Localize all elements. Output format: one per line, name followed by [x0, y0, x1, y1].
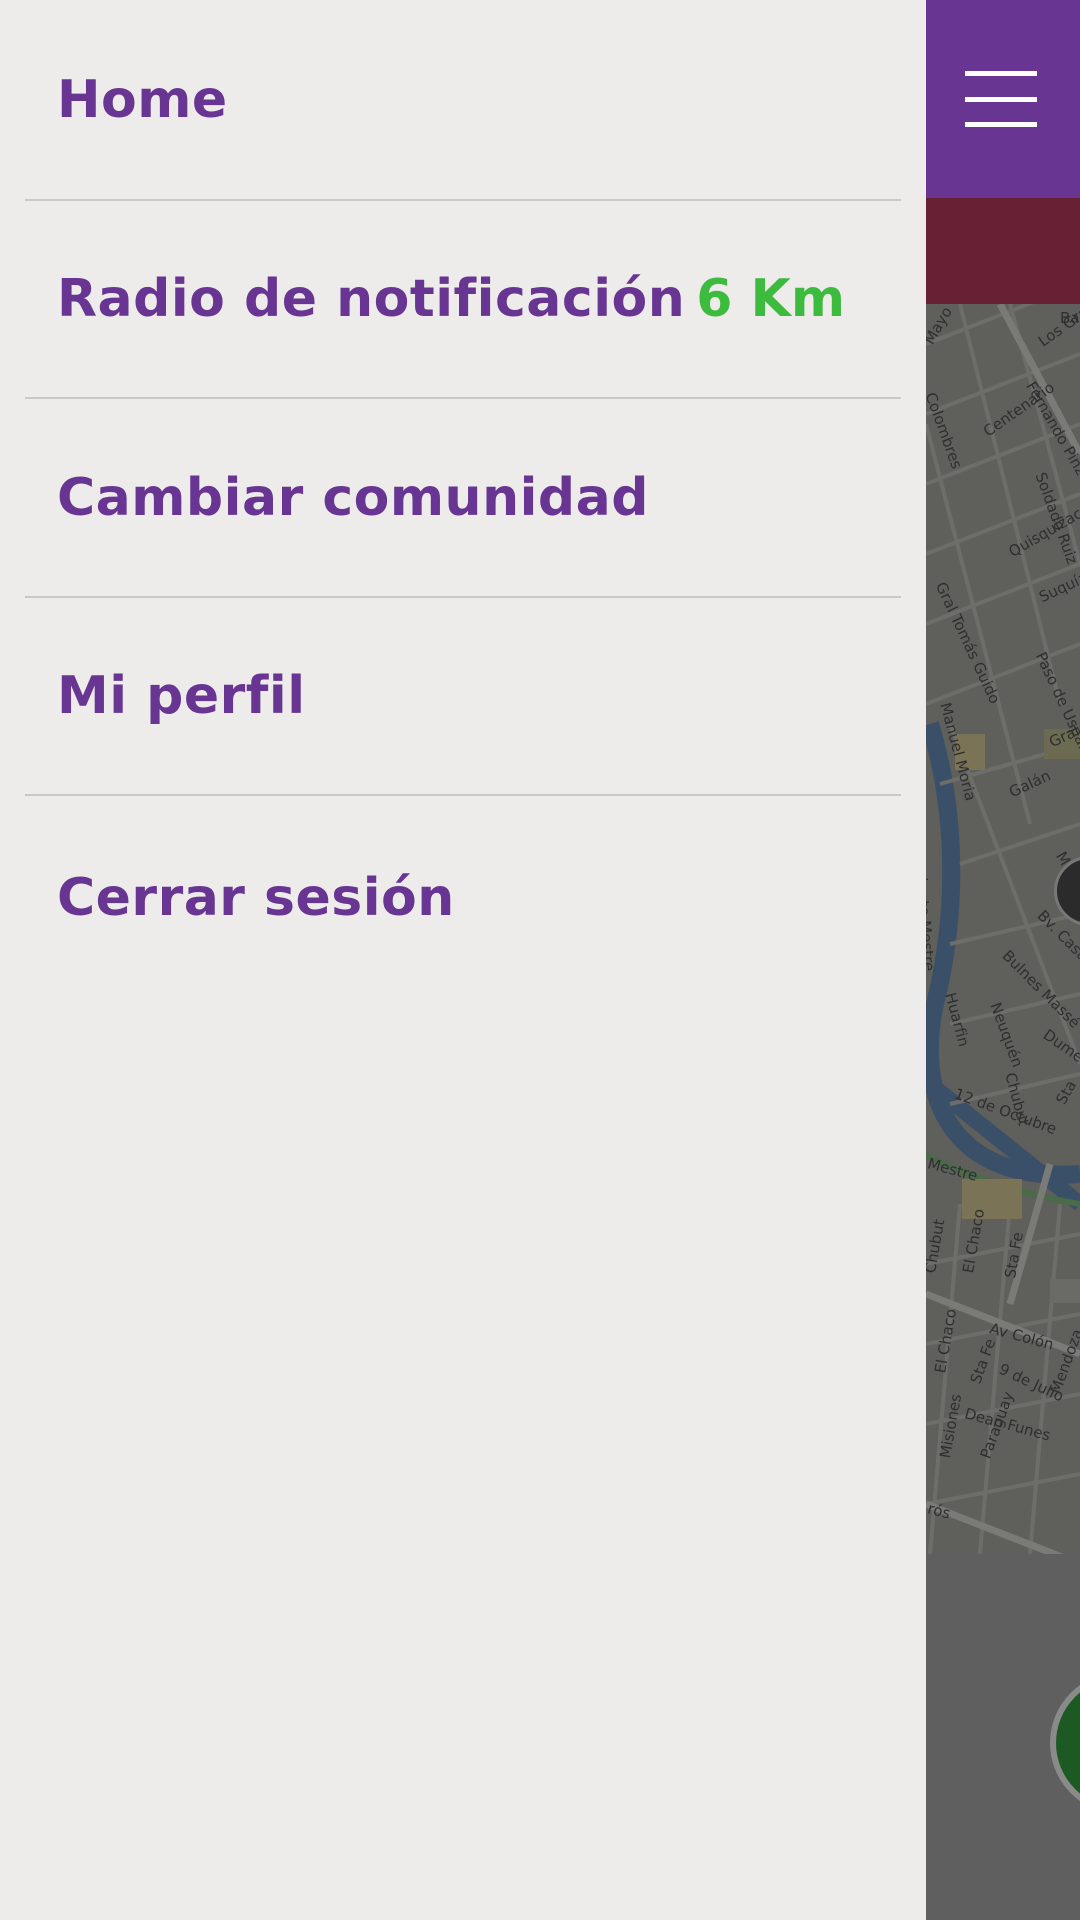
drawer-item-change-community[interactable]: Cambiar comunidad	[25, 399, 901, 598]
drawer-item-label: Cambiar comunidad	[57, 467, 649, 528]
drawer-item-label: Home	[57, 69, 228, 130]
drawer-item-label: Mi perfil	[57, 666, 306, 726]
drawer-item-label: Radio de notificación	[57, 269, 686, 329]
drawer-item-logout[interactable]: Cerrar sesión	[25, 796, 901, 1000]
drawer-item-label: Cerrar sesión	[57, 868, 455, 928]
navigation-drawer: Home Radio de notificación 6 Km Cambiar …	[0, 0, 926, 1920]
map-street-label: Bar	[1060, 309, 1080, 327]
notification-radius-value: 6 Km	[696, 269, 845, 329]
drawer-item-my-profile[interactable]: Mi perfil	[25, 598, 901, 796]
drawer-item-notification-radius[interactable]: Radio de notificación 6 Km	[25, 201, 901, 399]
menu-button[interactable]	[926, 0, 1080, 198]
drawer-item-home[interactable]: Home	[25, 0, 901, 201]
hamburger-menu-icon	[965, 71, 1037, 127]
screen: Mayo Colombres Centenario Fernando Pinz Sold…	[0, 0, 1080, 1920]
